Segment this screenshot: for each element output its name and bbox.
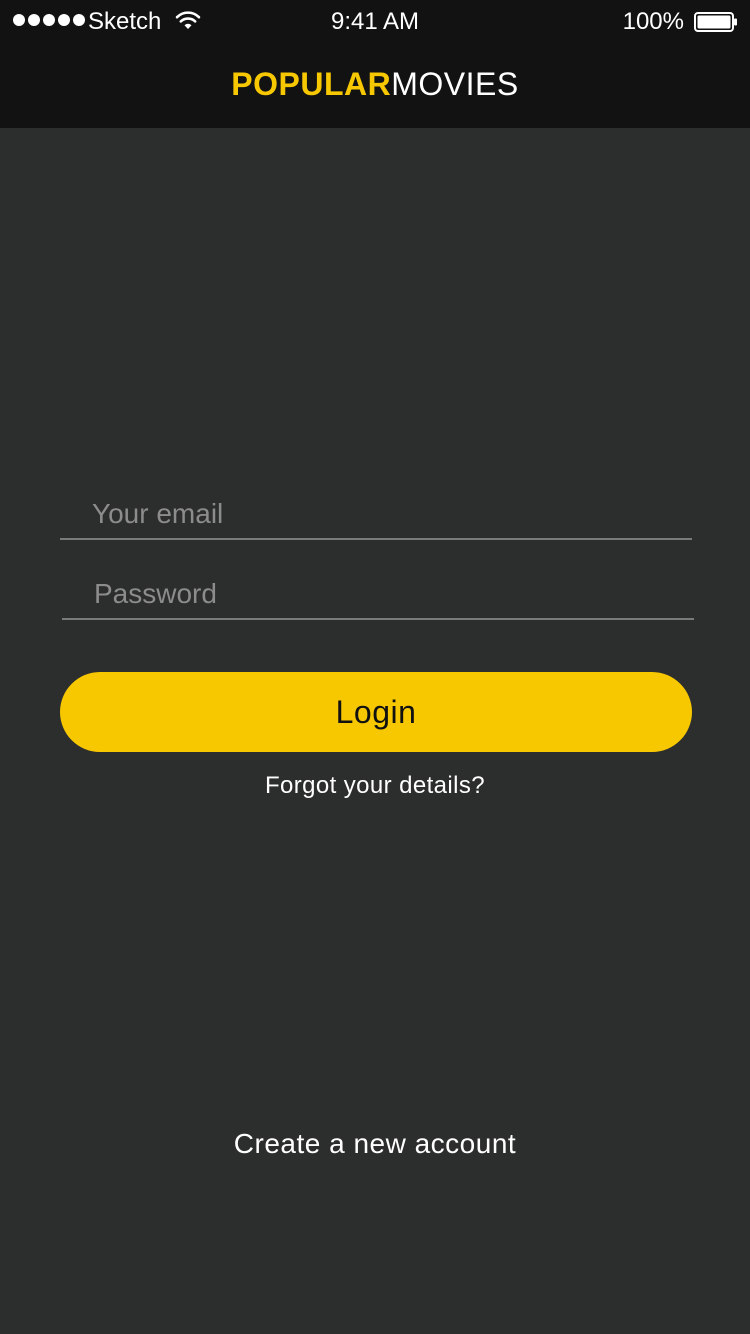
- carrier-name: Sketch: [88, 8, 162, 35]
- brand-popular: POPULAR: [231, 66, 392, 102]
- top-bar: Sketch 9:41 AM 100% POPULARMOVIES: [0, 0, 750, 128]
- forgot-details-link[interactable]: Forgot your details?: [265, 772, 485, 799]
- app-title: POPULARMOVIES: [0, 62, 750, 106]
- create-account-row: Create a new account: [0, 1126, 750, 1162]
- signal-dot: [13, 14, 25, 26]
- status-time: 9:41 AM: [330, 8, 420, 35]
- wifi-icon: [175, 11, 201, 29]
- login-screen: Sketch 9:41 AM 100% POPULARMOVIES Login …: [0, 0, 750, 1334]
- brand-movies: MOVIES: [391, 66, 519, 102]
- signal-dot: [28, 14, 40, 26]
- signal-dot: [73, 14, 85, 26]
- battery-percent: 100%: [622, 8, 684, 35]
- create-account-link[interactable]: Create a new account: [234, 1128, 516, 1159]
- email-field[interactable]: [60, 490, 692, 538]
- signal-dot: [43, 14, 55, 26]
- signal-dot: [58, 14, 70, 26]
- login-button[interactable]: Login: [60, 672, 692, 752]
- signal-dots-icon: [13, 14, 85, 26]
- status-bar: Sketch 9:41 AM 100%: [0, 0, 750, 44]
- password-field-wrapper: [62, 570, 694, 620]
- battery-icon: [694, 12, 737, 32]
- forgot-details-row: Forgot your details?: [0, 770, 750, 802]
- password-field[interactable]: [62, 570, 694, 618]
- email-field-wrapper: [60, 490, 692, 540]
